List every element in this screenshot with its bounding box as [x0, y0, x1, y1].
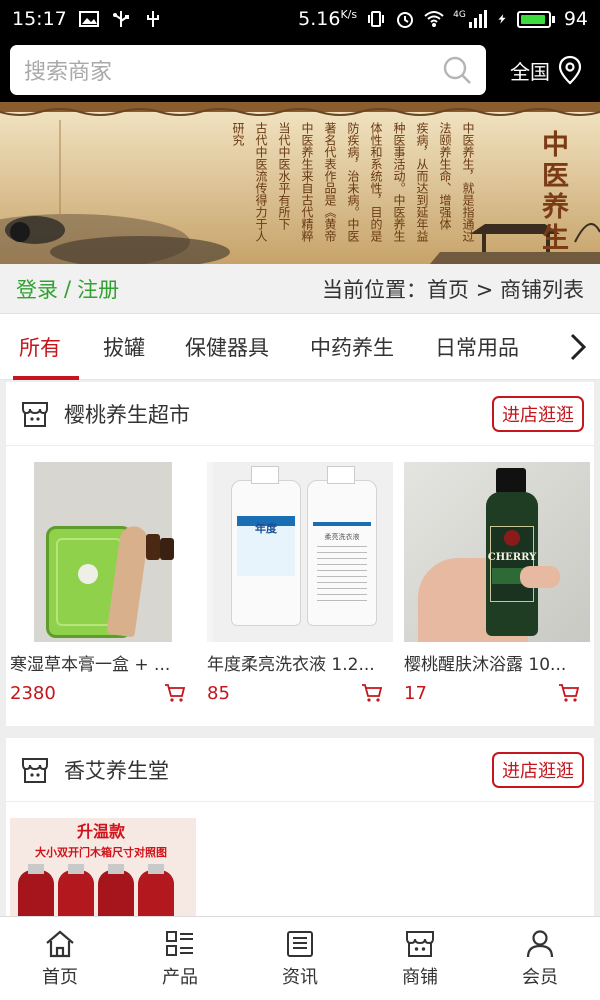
shop-icon [22, 401, 48, 427]
shop-card: 樱桃养生超市 进店逛逛 寒湿草本膏一盒 + ... 2380 年度 柔亮洗衣液 … [6, 382, 594, 726]
product-image[interactable] [10, 462, 196, 642]
enter-shop-button[interactable]: 进店逛逛 [492, 751, 584, 788]
product-image[interactable]: CHERRY [404, 462, 590, 642]
banner-text-column: 古代中医流传得力于人进步 [254, 122, 268, 242]
cart-icon[interactable] [361, 683, 383, 703]
product-brand-text: 年度 [255, 522, 277, 535]
grid-list-icon [166, 930, 193, 956]
product-card[interactable]: 寒湿草本膏一盒 + ... 2380 [10, 462, 196, 707]
shop-header: 樱桃养生超市 进店逛逛 [6, 382, 594, 446]
bottom-nav: 首页 产品 资讯 商铺 会员 [0, 916, 600, 1000]
shop-icon [406, 930, 434, 957]
product-price: 17 [404, 682, 427, 704]
nav-news-label: 资讯 [282, 966, 318, 988]
home-icon [46, 930, 74, 957]
nav-shops[interactable]: 商铺 [360, 917, 480, 1000]
nav-home[interactable]: 首页 [0, 917, 120, 1000]
nav-home-label: 首页 [42, 966, 78, 988]
image-icon [78, 11, 99, 27]
product-image-subtitle: 大小双开门木箱尺寸对照图 [35, 846, 167, 859]
tab-health-devices[interactable]: 保健器具 [185, 314, 269, 380]
tab-all[interactable]: 所有 [13, 314, 79, 380]
breadcrumb: 登录 / 注册 当前位置：首页 > 商铺列表 [0, 264, 600, 314]
product-price: 85 [207, 682, 230, 704]
product-price: 2380 [10, 682, 56, 704]
banner-text-column: 研究 [231, 122, 245, 146]
tab-daily-goods[interactable]: 日常用品 [435, 314, 519, 380]
banner-text-column: 种医事活动。中医养生重在整 [392, 122, 406, 242]
news-icon [287, 930, 313, 957]
banner-text-column: 著名代表作品是《黄帝内经》 [323, 122, 337, 242]
nav-products-label: 产品 [162, 966, 198, 988]
cart-icon[interactable] [558, 683, 580, 703]
tab-cupping[interactable]: 拔罐 [103, 314, 145, 380]
nav-news[interactable]: 资讯 [240, 917, 360, 1000]
cart-icon[interactable] [164, 683, 186, 703]
nav-shops-label: 商铺 [402, 966, 438, 988]
shop-name[interactable]: 樱桃养生超市 [64, 399, 190, 429]
product-name[interactable]: 樱桃醒肤沐浴露 10... [404, 650, 584, 675]
login-link[interactable]: 登录 [16, 274, 58, 304]
status-time: 15:17 [12, 8, 67, 30]
banner-text-column: 当代中医水平有所下降，而 [277, 122, 291, 230]
product-brand-text: CHERRY [487, 552, 537, 563]
chevron-right-icon[interactable] [568, 332, 588, 362]
category-tabs: 所有 拔罐 保健器具 中药养生 日常用品 [0, 314, 600, 380]
region-label: 全国 [510, 59, 550, 84]
usb-plug-icon [146, 11, 159, 27]
tab-tcm-health[interactable]: 中药养生 [310, 314, 394, 380]
wifi-icon [424, 11, 444, 27]
status-bar: 15:17 5.16K/s 4G 94 [0, 0, 600, 38]
product-card[interactable]: CHERRY 樱桃醒肤沐浴露 10... 17 [404, 462, 590, 707]
region-selector[interactable]: 全国 [510, 55, 590, 85]
shop-card: 香艾养生堂 进店逛逛 升温款 大小双开门木箱尺寸对照图 [6, 738, 594, 938]
shop-icon [22, 757, 48, 783]
product-name[interactable]: 年度柔亮洗衣液 1.2... [207, 650, 387, 675]
usb-icon [112, 11, 129, 27]
breadcrumb-separator: / [64, 276, 72, 301]
shop-header: 香艾养生堂 进店逛逛 [6, 738, 594, 802]
nav-products[interactable]: 产品 [120, 917, 240, 1000]
product-list: 寒湿草本膏一盒 + ... 2380 年度 柔亮洗衣液 年度柔亮洗衣液 1.2.… [6, 446, 594, 707]
banner[interactable]: 中医养生 中医养生，就是指通过各种方法颐养生命、增强体质、预防疾病，从而达到延年… [0, 102, 600, 264]
product-name[interactable]: 寒湿草本膏一盒 + ... [10, 650, 190, 675]
search-placeholder: 搜索商家 [24, 60, 113, 85]
product-image-title: 升温款 [76, 822, 125, 841]
app-screen: 15:17 5.16K/s 4G 94 搜索商家 全国 中医养生 中医养生，就是… [0, 0, 600, 1000]
header: 搜索商家 全国 [0, 38, 600, 102]
nav-member-label: 会员 [522, 966, 558, 988]
enter-shop-button[interactable]: 进店逛逛 [492, 395, 584, 432]
signal-icon: 4G [453, 10, 487, 28]
search-icon[interactable] [442, 55, 472, 85]
banner-text-column: 疾病，从而达到延年益寿的一 [415, 122, 429, 242]
banner-text-columns: 中医养生，就是指通过各种方法颐养生命、增强体质、预防疾病，从而达到延年益寿的一种… [66, 122, 476, 242]
vibrate-icon [368, 11, 385, 27]
search-input[interactable]: 搜索商家 [10, 45, 486, 95]
shop-name[interactable]: 香艾养生堂 [64, 755, 169, 785]
product-card[interactable]: 年度 柔亮洗衣液 年度柔亮洗衣液 1.2... 85 [207, 462, 393, 707]
nav-member[interactable]: 会员 [480, 917, 600, 1000]
current-position: 当前位置：首页 > 商铺列表 [322, 277, 584, 302]
location-pin-icon [558, 55, 582, 85]
battery-icon [516, 10, 555, 28]
banner-text-column: 体性和系统性，目的是提前预 [369, 122, 383, 242]
alarm-icon [397, 12, 414, 28]
banner-title: 中医养生 [537, 130, 568, 254]
banner-text-column: 防疾病，治未病。中医理论的 [346, 122, 360, 242]
battery-percent: 94 [563, 8, 588, 30]
user-icon [526, 929, 554, 957]
product-back-label: 柔亮洗衣液 [324, 533, 360, 541]
register-link[interactable]: 注册 [77, 274, 119, 304]
charging-icon [498, 14, 506, 24]
banner-text-column: 法颐养生命、增强体质、预防 [438, 122, 452, 230]
banner-text-column: 中医养生来自古代精粹医学 [300, 122, 314, 242]
network-speed: 5.16K/s [298, 8, 358, 30]
banner-text-column: 中医养生，就是指通过各种方 [461, 122, 475, 242]
product-image[interactable]: 年度 柔亮洗衣液 [207, 462, 393, 642]
